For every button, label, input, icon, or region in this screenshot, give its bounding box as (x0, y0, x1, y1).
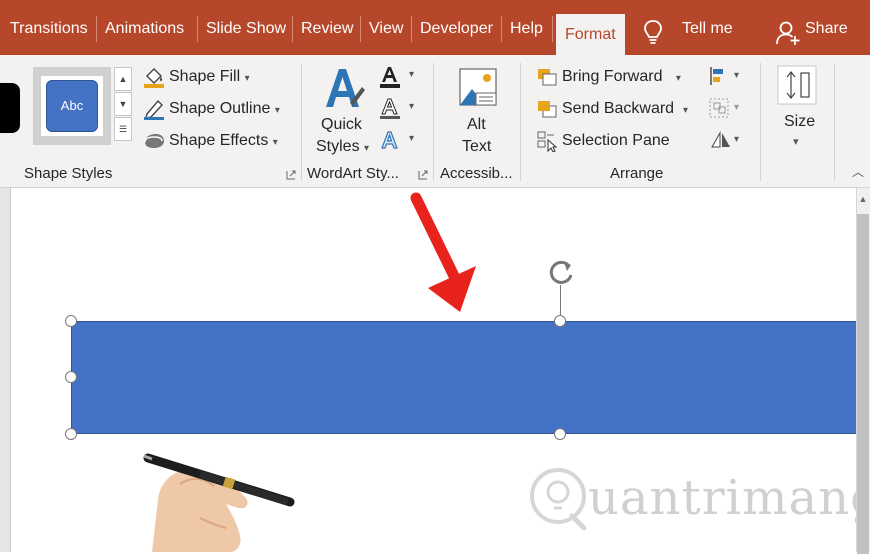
scrollbar-thumb[interactable] (857, 214, 869, 554)
tab-developer[interactable]: Developer (420, 12, 493, 46)
group-divider (301, 63, 302, 181)
dialog-launcher-icon[interactable] (418, 170, 428, 180)
resize-handle-top-left[interactable] (65, 315, 77, 327)
gallery-scroll-up[interactable]: ▲ (114, 67, 132, 91)
tab-slide-show[interactable]: Slide Show (206, 12, 286, 46)
resize-handle-top-middle[interactable] (554, 315, 566, 327)
chevron-down-icon: ▾ (675, 73, 681, 84)
group-divider (760, 63, 761, 181)
svg-text:▾: ▾ (734, 70, 739, 81)
shape-fill-icon (144, 68, 164, 88)
hand-with-pen-illustration (143, 453, 295, 552)
group-label-shape-styles: Shape Styles (24, 165, 113, 182)
text-effects-icon[interactable]: ▾ (378, 129, 418, 153)
alt-text-icon (459, 68, 497, 106)
tab-transitions[interactable]: Transitions (10, 12, 88, 46)
group-label-accessibility: Accessib... (440, 165, 513, 182)
size-icon (777, 65, 817, 105)
dialog-launcher-icon[interactable] (286, 170, 296, 180)
selected-rectangle-shape[interactable] (71, 321, 870, 434)
slide-pane-edge (0, 188, 11, 552)
tab-separator (197, 16, 198, 42)
rotation-handle-icon[interactable] (545, 256, 577, 288)
selection-pane-button[interactable]: Selection Pane (562, 132, 670, 150)
bring-forward-button[interactable]: Bring Forward ▾ (562, 68, 681, 86)
tab-review[interactable]: Review (301, 12, 353, 46)
shape-fill-button[interactable]: Shape Fill ▾ (169, 68, 250, 86)
svg-text:▾: ▾ (409, 69, 414, 80)
tab-separator (501, 16, 502, 42)
bring-forward-label: Bring Forward (562, 68, 663, 85)
svg-text:▾: ▾ (409, 101, 414, 112)
align-icon[interactable]: ▾ (708, 65, 744, 87)
rotate-icon[interactable]: ▾ (708, 129, 744, 151)
red-arrow-annotation (410, 192, 476, 312)
group-label-wordart: WordArt Sty... (307, 165, 399, 182)
svg-text:▾: ▾ (734, 134, 739, 145)
watermark-text: uantrimang (588, 470, 870, 526)
alt-text-label-2[interactable]: Text (462, 138, 491, 156)
tab-format[interactable]: Format (556, 14, 625, 55)
group-divider (834, 63, 835, 181)
shape-outline-button[interactable]: Shape Outline ▾ (169, 100, 280, 118)
send-backward-label: Send Backward (562, 100, 675, 117)
chevron-down-icon: ▾ (274, 105, 280, 116)
text-outline-icon[interactable]: ▾ (378, 97, 418, 121)
resize-handle-bottom-left[interactable] (65, 428, 77, 440)
shape-style-swatch-dark[interactable] (0, 83, 20, 133)
group-icon[interactable]: ▾ (708, 97, 744, 119)
size-label[interactable]: Size (784, 113, 815, 131)
send-backward-icon (538, 101, 557, 118)
quick-styles-label-2: Styles (316, 138, 360, 155)
chevron-down-icon: ▾ (244, 73, 250, 84)
resize-handle-bottom-middle[interactable] (554, 428, 566, 440)
shape-effects-label: Shape Effects (169, 132, 269, 149)
selection-pane-icon (537, 131, 558, 152)
svg-text:▾: ▾ (409, 133, 414, 144)
ribbon-tab-bar: Transitions Animations Slide Show Review… (0, 0, 870, 55)
send-backward-button[interactable]: Send Backward ▾ (562, 100, 688, 118)
wordart-a-icon (326, 69, 365, 107)
group-label-arrange: Arrange (610, 165, 664, 182)
chevron-down-icon[interactable]: ▾ (793, 135, 799, 148)
bring-forward-icon (538, 69, 557, 86)
person-icon[interactable] (775, 20, 801, 46)
alt-text-label-1[interactable]: Alt (467, 116, 486, 134)
group-divider (433, 63, 434, 181)
tab-separator (411, 16, 412, 42)
gallery-scroll-down[interactable]: ▼ (114, 92, 132, 116)
gallery-more-button[interactable]: ☰ (114, 117, 132, 141)
tab-separator (360, 16, 361, 42)
tab-view[interactable]: View (369, 12, 403, 46)
collapse-ribbon-icon[interactable]: ︿ (852, 163, 864, 180)
tab-separator (292, 16, 293, 42)
text-fill-icon[interactable]: ▾ (378, 65, 418, 89)
chevron-down-icon: ▾ (272, 137, 278, 148)
svg-text:▾: ▾ (734, 102, 739, 113)
resize-handle-middle-left[interactable] (65, 371, 77, 383)
tab-animations[interactable]: Animations (105, 12, 184, 46)
tab-separator (552, 16, 553, 42)
group-divider (520, 63, 521, 181)
shape-style-swatch-selected[interactable]: Abc (46, 80, 98, 132)
ribbon: Abc ▲ ▼ ☰ Shape Fill ▾ Shape Outline ▾ S… (0, 55, 870, 188)
shape-fill-label: Shape Fill (169, 68, 241, 85)
tell-me-search[interactable]: Tell me (682, 12, 733, 46)
share-button[interactable]: Share (805, 12, 848, 46)
quick-styles-button[interactable]: Styles ▾ (316, 138, 369, 156)
shape-effects-icon (144, 134, 164, 148)
chevron-down-icon: ▾ (364, 143, 370, 154)
quick-styles-label-1[interactable]: Quick (321, 116, 362, 134)
chevron-down-icon: ▾ (682, 105, 688, 116)
scroll-up-arrow-icon[interactable]: ▲ (856, 192, 870, 206)
shape-outline-icon (144, 99, 164, 120)
shape-effects-button[interactable]: Shape Effects ▾ (169, 132, 278, 150)
lightbulb-icon[interactable] (640, 18, 666, 46)
shape-outline-label: Shape Outline (169, 100, 271, 117)
tab-separator (96, 16, 97, 42)
tab-help[interactable]: Help (510, 12, 543, 46)
